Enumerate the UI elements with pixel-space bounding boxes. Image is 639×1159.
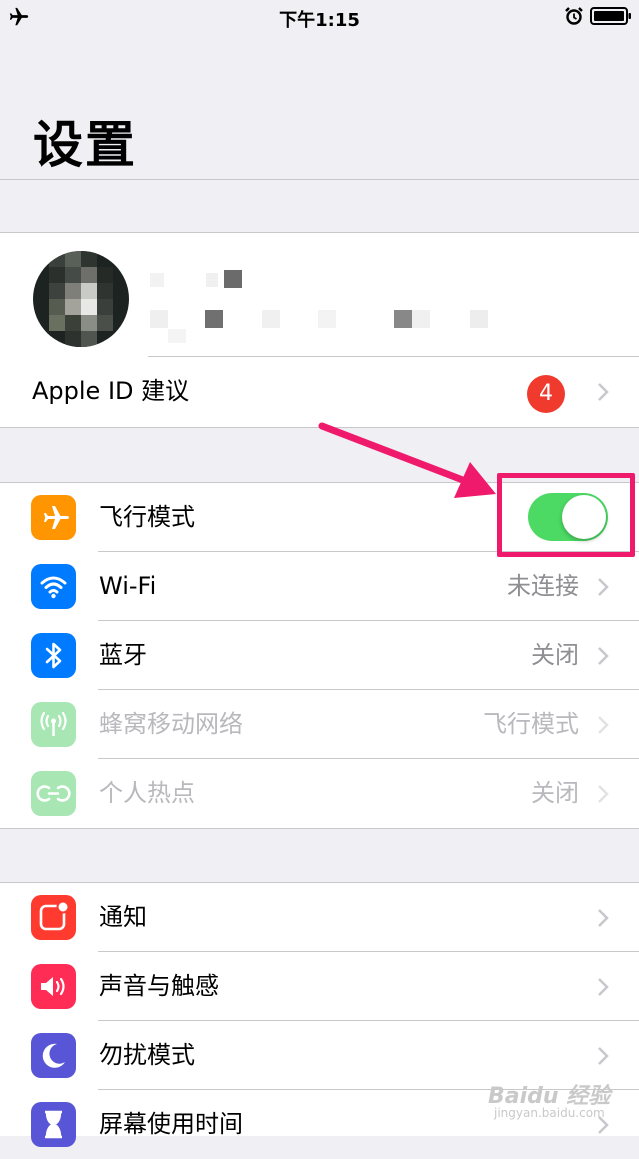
pixelated-avatar-image (33, 251, 129, 347)
notifications-label: 通知 (99, 903, 147, 931)
watermark-url: jingyan.baidu.com (494, 1106, 605, 1120)
settings-row-cellular[interactable]: 蜂窝移动网络 飞行模式 (0, 690, 639, 759)
hourglass-icon-tile (31, 1102, 76, 1147)
annotation-arrow (318, 422, 496, 498)
redacted-email-pixel (394, 310, 412, 328)
wifi-status: 未连接 (507, 572, 579, 600)
settings-row-personal-hotspot[interactable]: 个人热点 关闭 (0, 759, 639, 828)
watermark: Baidu 经验 jingyan.baidu.com (488, 1072, 628, 1132)
screen-time-label: 屏幕使用时间 (99, 1110, 243, 1138)
airplane-icon-tile (31, 495, 76, 540)
sounds-label: 声音与触感 (99, 972, 219, 1000)
chevron-right-icon (598, 578, 609, 596)
do-not-disturb-label: 勿扰模式 (99, 1041, 195, 1069)
redacted-email-pixel (168, 329, 186, 343)
bluetooth-label: 蓝牙 (99, 641, 147, 669)
redacted-email-pixel (318, 310, 336, 328)
chevron-right-icon (598, 1047, 609, 1065)
airplane-icon (44, 506, 69, 529)
wifi-icon-tile (31, 564, 76, 609)
notifications-icon-tile (31, 895, 76, 940)
settings-row-notifications[interactable]: 通知 (0, 883, 639, 952)
notifications-icon (39, 900, 70, 931)
hourglass-icon (45, 1110, 62, 1139)
chevron-right-icon (598, 909, 609, 927)
redacted-name-pixel (206, 273, 218, 287)
airplane-mode-label: 飞行模式 (99, 503, 195, 531)
alarm-icon (565, 7, 583, 25)
bluetooth-status: 关闭 (531, 641, 579, 669)
chevron-right-icon (598, 383, 609, 401)
bluetooth-icon-tile (31, 633, 76, 678)
bluetooth-icon (45, 642, 62, 669)
battery-icon (590, 7, 631, 25)
hotspot-icon-tile (31, 771, 76, 816)
wifi-icon (40, 576, 67, 599)
redacted-email-pixel (205, 310, 223, 328)
avatar (33, 251, 129, 347)
cellular-status: 飞行模式 (483, 710, 579, 738)
divider (0, 828, 639, 829)
cellular-antenna-icon-tile (31, 702, 76, 747)
divider (0, 179, 639, 180)
page-title: 设置 (33, 116, 137, 174)
redacted-name-pixel (150, 273, 164, 287)
sound-icon (41, 977, 65, 996)
settings-row-bluetooth[interactable]: 蓝牙 关闭 (0, 621, 639, 690)
wifi-label: Wi-Fi (99, 572, 157, 600)
chevron-right-icon (598, 785, 609, 803)
cellular-antenna-icon (40, 711, 67, 736)
chevron-right-icon (598, 716, 609, 734)
notification-badge: 4 (527, 375, 565, 413)
redacted-email-pixel (412, 310, 430, 328)
redacted-email-pixel (150, 310, 168, 328)
hotspot-icon (36, 785, 71, 802)
personal-hotspot-status: 关闭 (531, 779, 579, 807)
moon-icon-tile (31, 1033, 76, 1078)
redacted-email-pixel (262, 310, 280, 328)
settings-row-wifi[interactable]: Wi-Fi 未连接 (0, 552, 639, 621)
chevron-right-icon (598, 647, 609, 665)
annotation-highlight-box (497, 473, 635, 557)
apple-id-profile-row[interactable] (0, 233, 639, 357)
chevron-right-icon (598, 978, 609, 996)
sound-icon-tile (31, 964, 76, 1009)
cellular-label: 蜂窝移动网络 (99, 710, 243, 738)
redacted-email-pixel (470, 310, 488, 328)
moon-icon (42, 1043, 65, 1068)
apple-id-suggestions-label: Apple ID 建议 (32, 377, 190, 405)
settings-row-sounds[interactable]: 声音与触感 (0, 952, 639, 1021)
personal-hotspot-label: 个人热点 (99, 779, 195, 807)
redacted-name-pixel (224, 270, 242, 288)
status-time: 下午1:15 (279, 10, 360, 31)
status-bar: 下午1:15 (0, 0, 639, 34)
